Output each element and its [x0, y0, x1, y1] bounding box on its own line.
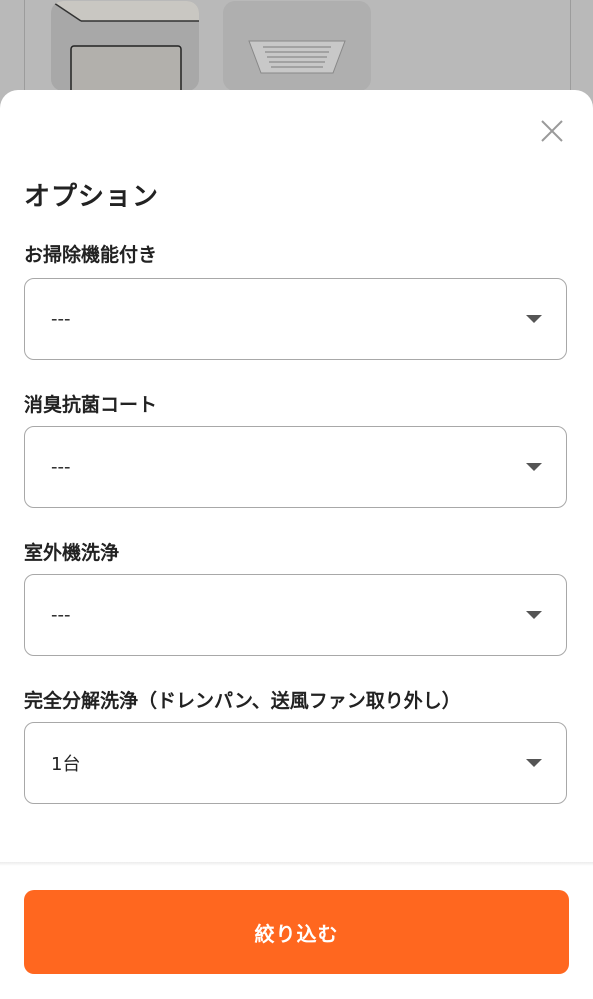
aircon-type-wall-image	[51, 1, 199, 91]
field-label-cleaning-function: お掃除機能付き	[24, 244, 158, 266]
select-value: ---	[51, 308, 71, 330]
chevron-down-icon	[526, 315, 542, 323]
select-antibacterial-coat[interactable]: ---	[24, 426, 567, 508]
select-value: ---	[51, 456, 71, 478]
chevron-down-icon	[526, 611, 542, 619]
select-outdoor-unit-cleaning[interactable]: ---	[24, 574, 567, 656]
field-label-full-disassembly-cleaning: 完全分解洗浄（ドレンパン、送風ファン取り外し）	[24, 690, 461, 712]
option-filter-sheet: オプション お掃除機能付き --- 消臭抗菌コート --- 室外機洗浄 --- …	[0, 90, 593, 999]
close-button[interactable]	[539, 118, 565, 144]
sheet-title: オプション	[24, 182, 160, 212]
chevron-down-icon	[526, 759, 542, 767]
filter-submit-button[interactable]: 絞り込む	[24, 890, 569, 974]
select-value: ---	[51, 604, 71, 626]
aircon-type-ceiling-image	[223, 1, 371, 91]
footer-divider	[0, 862, 593, 866]
select-value: 1台	[51, 754, 81, 775]
select-full-disassembly-cleaning[interactable]: 1台	[24, 722, 567, 804]
field-label-outdoor-unit-cleaning: 室外機洗浄	[24, 542, 120, 564]
select-cleaning-function[interactable]: ---	[24, 278, 567, 360]
chevron-down-icon	[526, 463, 542, 471]
field-label-antibacterial-coat: 消臭抗菌コート	[24, 394, 158, 416]
close-icon	[541, 120, 563, 142]
